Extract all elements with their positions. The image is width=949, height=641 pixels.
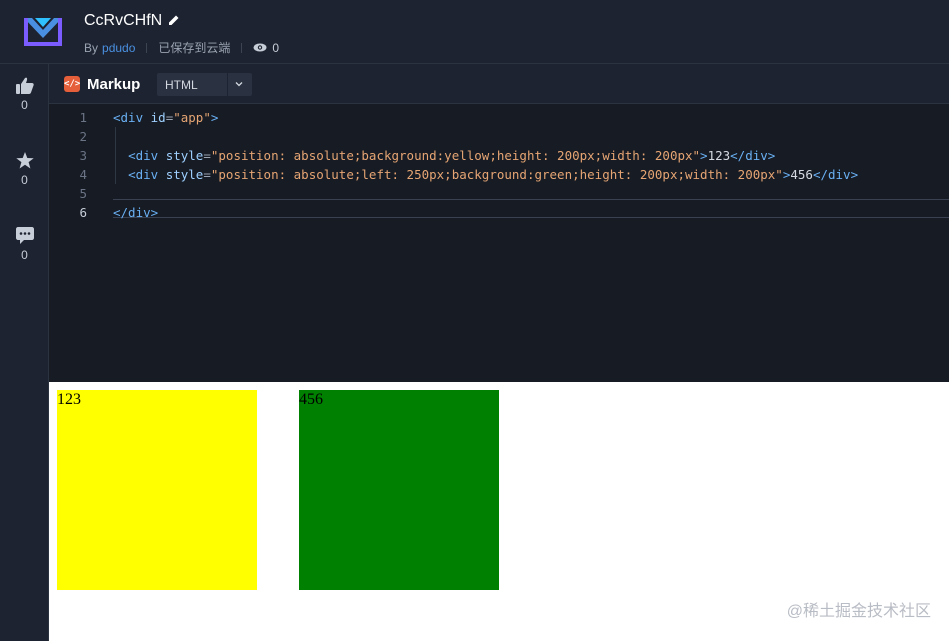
code-token: "app" [173, 110, 211, 125]
code-editor[interactable]: 1 <div id="app"> 2 3 <div style="position: … [49, 104, 949, 382]
like-count: 0 [21, 98, 28, 112]
project-title[interactable]: CcRvCHfN [84, 12, 162, 30]
code-line[interactable]: 3 <div style="position: absolute;backgro… [49, 146, 949, 165]
edit-title-icon[interactable] [168, 14, 180, 28]
code-token: </div> [113, 205, 159, 220]
logo-icon[interactable] [22, 14, 64, 50]
code-token: id [150, 110, 166, 125]
action-rail: 0 0 0 [0, 64, 49, 641]
code-token: </div> [812, 167, 859, 182]
code-text: </div> [113, 203, 158, 222]
markup-editor-panel: </> Markup HTML 1 <div id="app"> 2 3 <div s… [49, 64, 949, 382]
code-token: style [165, 167, 204, 182]
code-token: 456 [790, 167, 813, 182]
panel-label: Markup [87, 76, 141, 93]
code-token: "position: absolute;background:yellow;he… [210, 148, 701, 163]
star-icon[interactable] [15, 152, 34, 169]
star-action[interactable]: 0 [0, 152, 49, 187]
meta-divider [241, 42, 243, 53]
eye-icon [253, 43, 267, 52]
code-icon: </> [64, 76, 80, 92]
code-line[interactable]: 6 </div> [49, 203, 949, 222]
code-token: = [203, 167, 211, 182]
code-line[interactable]: 2 [49, 127, 949, 146]
thumbs-up-icon[interactable] [15, 77, 34, 94]
preview-green-box: 456 [299, 390, 499, 590]
save-status: 已保存到云端 [158, 41, 231, 55]
select-divider [227, 73, 228, 96]
line-number: 4 [79, 167, 87, 182]
code-line[interactable]: 1 <div id="app"> [49, 108, 949, 127]
code-token: <div [128, 167, 166, 182]
like-action[interactable]: 0 [0, 77, 49, 112]
comment-icon[interactable] [15, 227, 34, 244]
language-select[interactable]: HTML [157, 73, 252, 96]
comment-count: 0 [21, 248, 28, 262]
result-preview[interactable]: 123 456 @稀土掘金技术社区 [49, 382, 949, 641]
code-token: <div [113, 110, 151, 125]
code-token: </div> [730, 148, 776, 163]
code-token: "position: absolute;left: 250px;backgrou… [210, 167, 783, 182]
line-number: 5 [79, 186, 87, 201]
by-label: By [84, 40, 99, 55]
project-meta: By pdudo 已保存到云端 0 [84, 39, 279, 56]
code-token: = [203, 148, 211, 163]
language-value: HTML [165, 78, 198, 92]
line-number: 1 [79, 110, 87, 125]
code-token: 123 [707, 148, 731, 163]
comment-action[interactable]: 0 [0, 227, 49, 262]
code-line[interactable]: 5 [49, 184, 949, 203]
code-token: > [700, 148, 708, 163]
app-root: CcRvCHfN By pdudo 已保存到云端 0 0 0 0 </> Mar… [0, 0, 949, 641]
view-count: 0 [272, 40, 280, 55]
code-token: <div [128, 148, 166, 163]
code-line[interactable]: 4 <div style="position: absolute;left: 2… [49, 165, 949, 184]
code-text: <div id="app"> [113, 108, 218, 127]
line-number: 6 [79, 205, 87, 220]
editor-toolbar: </> Markup HTML [49, 64, 949, 104]
code-token: > [210, 110, 219, 125]
author-link[interactable]: pdudo [102, 41, 135, 55]
chevron-down-icon[interactable] [234, 79, 244, 89]
star-count: 0 [21, 173, 28, 187]
line-number: 2 [79, 129, 87, 144]
watermark: @稀土掘金技术社区 [786, 603, 931, 620]
line-number: 3 [79, 148, 87, 163]
meta-divider [146, 42, 148, 53]
header: CcRvCHfN By pdudo 已保存到云端 0 [0, 0, 949, 64]
code-text: <div style="position: absolute;backgroun… [113, 146, 775, 165]
preview-yellow-box: 123 [57, 390, 257, 590]
code-text: <div style="position: absolute;left: 250… [113, 165, 858, 184]
code-token: style [165, 148, 204, 163]
